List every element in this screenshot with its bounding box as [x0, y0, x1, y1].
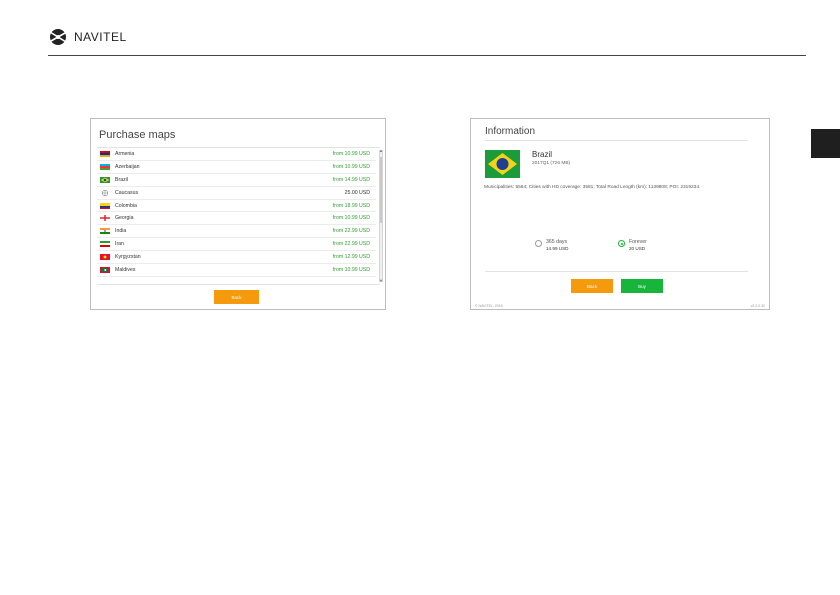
globe-flag-icon [101, 189, 109, 196]
country-name: India [115, 228, 127, 235]
option-label: 365 days [546, 239, 568, 245]
map-list-item[interactable]: Caucasus 25.00 USD [97, 187, 376, 200]
purchase-maps-panel: Purchase maps Armenia from 10.99 USD Azerb… [90, 118, 386, 310]
map-list-item[interactable]: Maldives from 10.99 USD [97, 264, 376, 277]
scroll-down-icon[interactable]: ▼ [379, 279, 383, 283]
maldives-flag-icon [100, 266, 110, 273]
brand-name: NAVITEL [74, 30, 127, 44]
colombia-flag-icon [100, 202, 110, 209]
back-button[interactable]: Back [571, 279, 613, 293]
map-list-item[interactable]: Kyrgyzstan from 12.99 USD [97, 251, 376, 265]
iran-flag-icon [100, 241, 110, 248]
map-price: from 14.99 USD [332, 176, 370, 183]
panel-title: Information [485, 126, 536, 137]
map-price: from 22.99 USD [332, 228, 370, 235]
map-list-item[interactable]: Georgia from 10.99 USD [97, 212, 376, 226]
brazil-flag-icon [100, 176, 110, 183]
map-list-item[interactable]: Armenia from 10.99 USD [97, 148, 376, 161]
navitel-logo-icon [49, 29, 67, 45]
map-price: from 10.99 USD [332, 215, 370, 222]
map-list-item[interactable]: India from 22.99 USD [97, 225, 376, 239]
scrollbar[interactable]: ▲ ▼ [379, 149, 383, 283]
map-price: 25.00 USD [344, 189, 370, 196]
option-label: Forever [629, 239, 647, 245]
country-name: Georgia [115, 215, 134, 222]
country-name: Iran [115, 241, 124, 248]
scroll-thumb[interactable] [380, 157, 382, 223]
radio-forever[interactable] [618, 240, 625, 247]
scroll-up-icon[interactable]: ▲ [379, 149, 383, 153]
option-price: 20 USD [629, 246, 646, 251]
option-price: 14.99 USD [546, 246, 569, 251]
map-price: from 10.99 USD [332, 150, 370, 157]
copyright: © NAVITEL, 2016 [475, 304, 503, 308]
country-name: Kyrgyzstan [115, 254, 141, 261]
country-name: Colombia [115, 202, 137, 209]
map-list-item[interactable]: Brazil from 14.99 USD [97, 174, 376, 187]
map-name: Brazil [532, 150, 553, 159]
kyrgyzstan-flag-icon [100, 254, 110, 261]
side-tab [811, 129, 840, 158]
title-divider [485, 140, 748, 141]
armenia-flag-icon [100, 150, 110, 157]
map-price: from 10.99 USD [332, 163, 370, 170]
azerbaijan-flag-icon [100, 163, 110, 170]
map-list-item[interactable]: Iran from 22.99 USD [97, 238, 376, 252]
map-price: from 12.99 USD [332, 254, 370, 261]
back-button[interactable]: Back [214, 290, 259, 304]
buy-button[interactable]: Buy [621, 279, 663, 293]
footer-divider [485, 271, 748, 272]
map-list-item[interactable]: Azerbaijan from 10.99 USD [97, 161, 376, 174]
country-name: Caucasus [115, 189, 139, 196]
header: NAVITEL [48, 24, 127, 50]
map-statistics: Municipalities: 5564; Cities with HD cov… [484, 185, 701, 190]
map-price: from 18.99 USD [332, 202, 370, 209]
map-list: Armenia from 10.99 USD Azerbaijan from 10.9… [97, 148, 376, 284]
header-divider [48, 55, 806, 56]
india-flag-icon [100, 228, 110, 235]
map-version: 2017Q1 (726 MB) [532, 161, 571, 166]
georgia-flag-icon [100, 215, 110, 222]
country-name: Azerbaijan [115, 163, 140, 170]
map-price: from 10.99 USD [332, 266, 370, 273]
brazil-flag-icon [485, 150, 520, 178]
country-name: Armenia [115, 150, 135, 157]
information-panel: Information Brazil 2017Q1 (726 MB) Munic… [470, 118, 770, 310]
country-name: Brazil [115, 176, 128, 183]
panel-title: Purchase maps [99, 129, 176, 141]
footer-divider [97, 284, 380, 285]
version: v2.2.0.32 [750, 304, 765, 308]
country-name: Maldives [115, 266, 136, 273]
option-forever[interactable]: Forever 20 USD [618, 239, 647, 251]
map-price: from 22.99 USD [332, 241, 370, 248]
option-365-days[interactable]: 365 days 14.99 USD [535, 239, 568, 251]
radio-365-days[interactable] [535, 240, 542, 247]
map-list-item[interactable]: Colombia from 18.99 USD [97, 200, 376, 213]
